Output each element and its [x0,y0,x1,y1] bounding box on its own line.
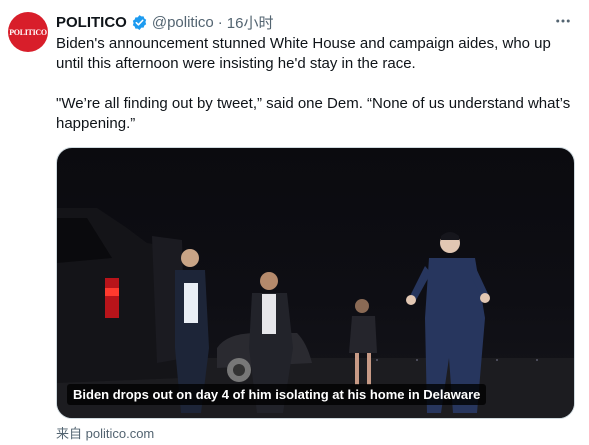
account-name[interactable]: POLITICO [56,14,127,31]
avatar[interactable]: POLITICO [8,12,48,52]
more-options-icon[interactable] [553,11,573,31]
tweet-paragraph: Biden's announcement stunned White House… [56,35,551,72]
avatar-logo-text: POLITICO [9,27,47,37]
tweet-body: Biden's announcement stunned White House… [56,34,576,134]
video-caption: Biden drops out on day 4 of him isolatin… [67,384,487,405]
account-handle[interactable]: @politico [152,14,214,31]
tweet-video[interactable]: Biden drops out on day 4 of him isolatin… [56,147,575,419]
verified-badge-icon [131,14,148,31]
video-frame [57,208,574,418]
tweet-paragraph: "We’re all finding out by tweet,” said o… [56,95,571,132]
link-source[interactable]: 来自 politico.com [56,423,154,442]
tweet-timestamp[interactable]: 16小时 [227,12,274,33]
separator-dot: · [217,13,223,31]
tweet-header: POLITICO @politico · 16小时 [56,11,577,33]
